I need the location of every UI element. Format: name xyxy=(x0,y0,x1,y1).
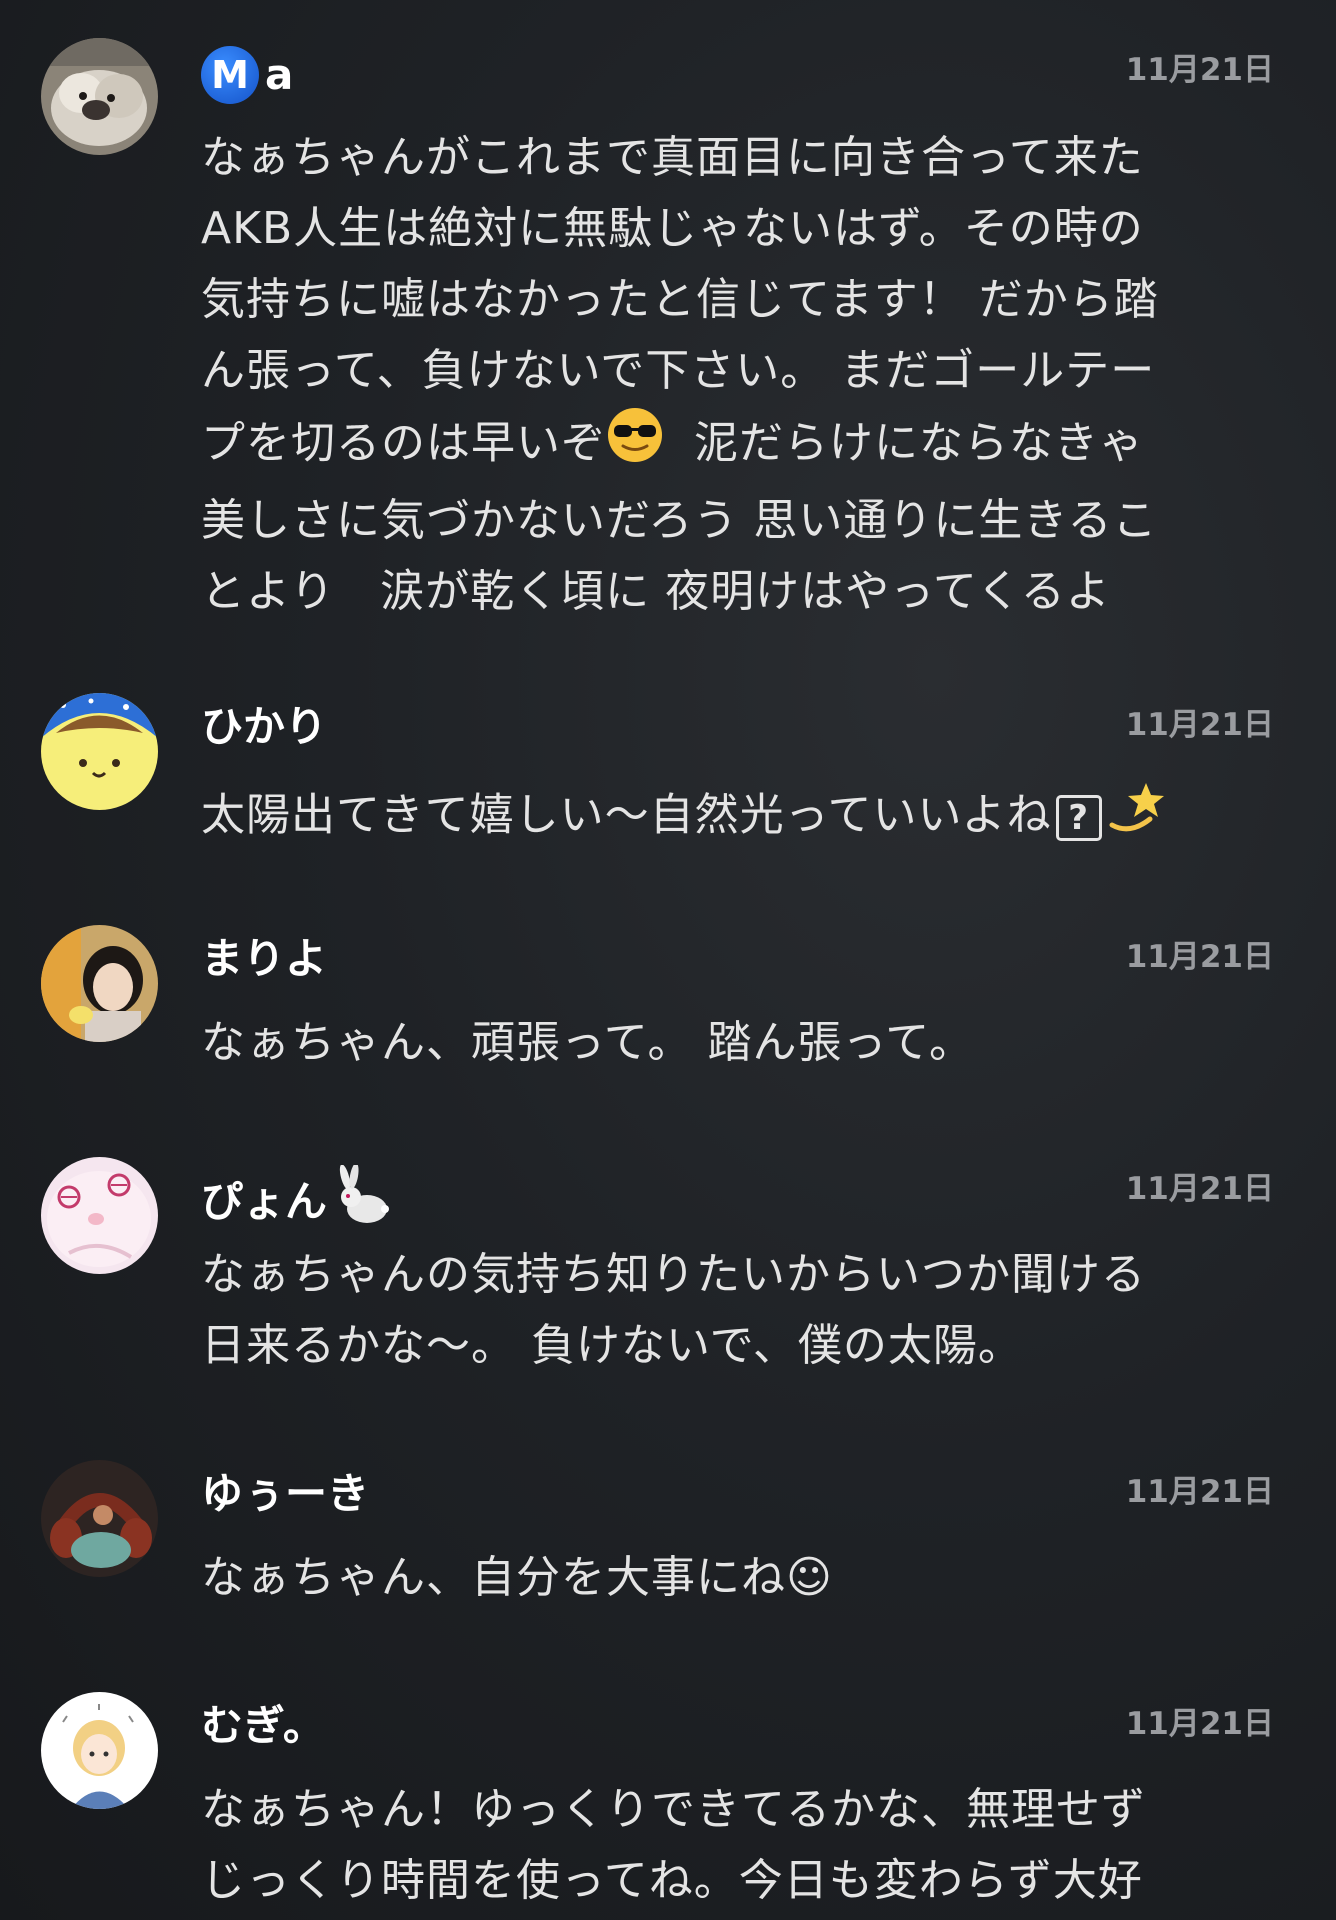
username-badge: M xyxy=(201,46,259,104)
comment-date: 11月21日 xyxy=(1125,1706,1274,1742)
comment-date: 11月21日 xyxy=(1125,939,1274,975)
comment-date: 11月21日 xyxy=(1125,1171,1274,1207)
pompompurin-avatar[interactable] xyxy=(41,693,158,810)
comment-text-part: 太陽出てきて嬉しい〜自然光っていいよね xyxy=(201,789,1052,841)
sunglasses-emoji-icon xyxy=(606,406,664,485)
comment-text: なぁちゃん、自分を大事にね☺ xyxy=(201,1552,833,1603)
comment-text: なぁちゃんがこれまで真面目に向き合って来た AKB人生は絶対に無駄じゃないはず。… xyxy=(201,122,1281,627)
comment-username[interactable]: M a xyxy=(201,46,293,104)
comment-date: 11月21日 xyxy=(1125,707,1274,743)
comment-date: 11月21日 xyxy=(1125,1474,1274,1510)
comment-username[interactable]: むぎ。 xyxy=(201,1700,325,1752)
username-text: ぴょん xyxy=(201,1177,328,1226)
username-text: a xyxy=(265,50,294,99)
comment-date: 11月21日 xyxy=(1125,52,1274,88)
comment-username[interactable]: まりよ xyxy=(201,933,327,985)
headphones-photo-avatar[interactable] xyxy=(41,1460,158,1577)
person-photo-avatar[interactable] xyxy=(41,925,158,1042)
unknown-glyph-icon: ? xyxy=(1055,794,1102,841)
comment-username[interactable]: ひかり xyxy=(201,701,327,753)
comment-username[interactable]: ゆぅーき xyxy=(201,1468,369,1520)
dog-photo-avatar[interactable] xyxy=(41,38,158,155)
dizzy-star-emoji-icon xyxy=(1106,775,1170,860)
comment-username[interactable]: ぴょん xyxy=(201,1163,393,1239)
comment-text: なぁちゃんの気持ち知りたいからいつか聞ける 日来るかな〜。 負けないで、僕の太陽… xyxy=(201,1249,1146,1371)
comment-text: 太陽出てきて嬉しい〜自然光っていいよね? xyxy=(201,775,1281,860)
comment-list: M a 11月21日 なぁちゃんがこれまで真面目に向き合って来た AKB人生は絶… xyxy=(0,0,1336,1920)
rabbit-emoji-icon xyxy=(331,1163,393,1239)
comment-text: なぁちゃん！ゆっくりできてるかな、無理せず じっくり時間を使ってね。今日も変わら… xyxy=(201,1784,1146,1906)
comment-text: なぁちゃん、頑張って。 踏ん張って。 xyxy=(201,1017,974,1068)
anime-character-avatar[interactable] xyxy=(41,1157,158,1274)
illustrated-girl-avatar[interactable] xyxy=(41,1692,158,1809)
